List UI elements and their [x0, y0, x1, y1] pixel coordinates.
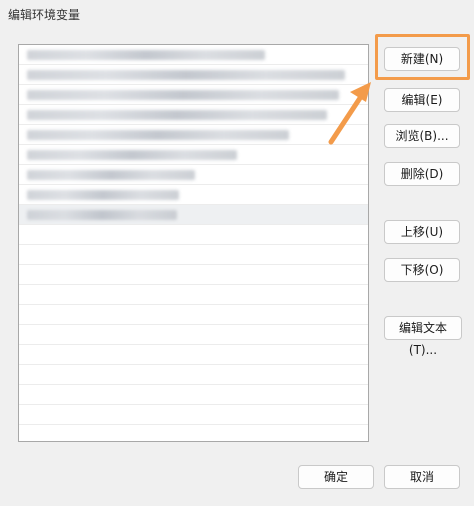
ok-button[interactable]: 确定 — [298, 465, 374, 489]
annotation-arrow-icon — [328, 82, 371, 145]
cancel-button[interactable]: 取消 — [384, 465, 460, 489]
